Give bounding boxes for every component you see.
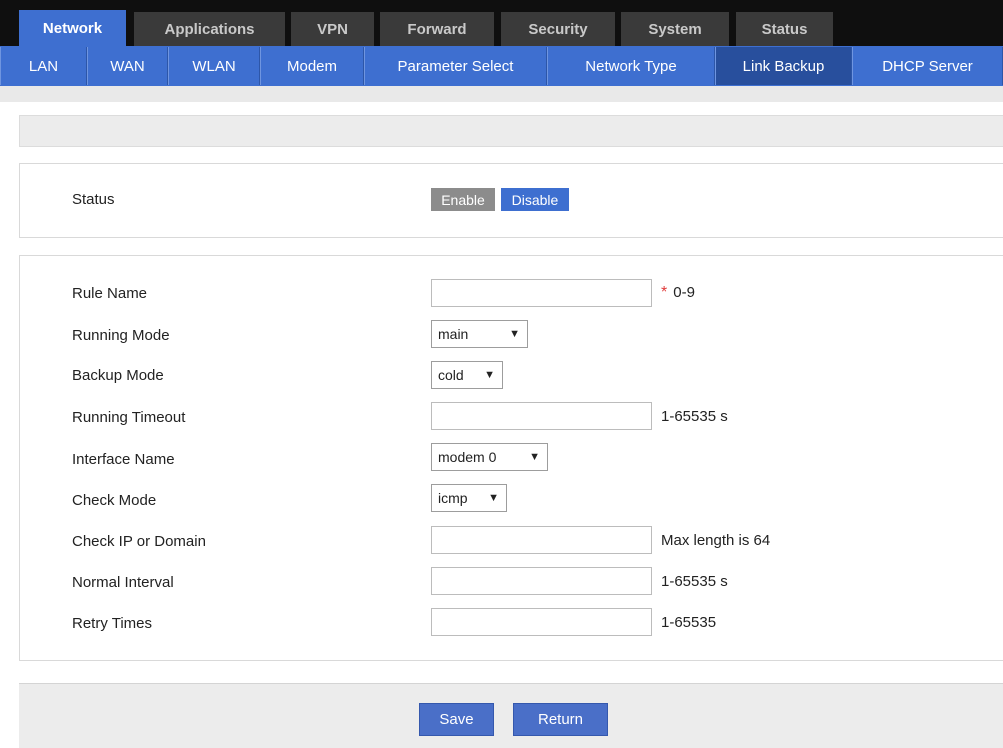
retry-times-input[interactable] — [431, 608, 652, 636]
running-mode-label: Running Mode — [72, 327, 170, 344]
interface-name-label: Interface Name — [72, 451, 175, 468]
rule-name-input[interactable] — [431, 279, 652, 307]
subtab-lan[interactable]: LAN — [0, 47, 87, 85]
sub-nav: LAN WAN WLAN Modem Parameter Select Netw… — [0, 46, 1003, 102]
section-header-bar — [19, 115, 1003, 147]
tab-vpn[interactable]: VPN — [291, 12, 374, 46]
subtab-network-type[interactable]: Network Type — [547, 47, 715, 85]
check-ip-label: Check IP or Domain — [72, 533, 206, 550]
return-button[interactable]: Return — [513, 703, 608, 736]
chevron-down-icon: ▼ — [529, 451, 540, 463]
status-label: Status — [72, 191, 115, 208]
running-timeout-hint: 1-65535 s — [661, 408, 728, 425]
tab-network[interactable]: Network — [19, 10, 126, 47]
rule-name-hint-text: 0-9 — [673, 284, 695, 301]
tab-security[interactable]: Security — [501, 12, 615, 46]
check-mode-select[interactable]: icmp ▼ — [431, 484, 507, 512]
normal-interval-input[interactable] — [431, 567, 652, 595]
subtab-parameter-select[interactable]: Parameter Select — [364, 47, 547, 85]
chevron-down-icon: ▼ — [509, 328, 520, 340]
rule-name-label: Rule Name — [72, 285, 148, 302]
required-mark: * — [661, 284, 668, 301]
subtab-link-backup[interactable]: Link Backup — [715, 47, 852, 85]
chevron-down-icon: ▼ — [488, 492, 499, 504]
running-timeout-input[interactable] — [431, 402, 652, 430]
disable-button[interactable]: Disable — [501, 188, 569, 211]
tab-system[interactable]: System — [621, 12, 729, 46]
check-ip-input[interactable] — [431, 526, 652, 554]
subtab-wlan[interactable]: WLAN — [168, 47, 260, 85]
normal-interval-hint: 1-65535 s — [661, 573, 728, 590]
normal-interval-label: Normal Interval — [72, 574, 174, 591]
tab-status[interactable]: Status — [736, 12, 833, 46]
running-mode-value: main — [438, 326, 469, 342]
backup-mode-value: cold — [438, 367, 464, 383]
interface-name-value: modem 0 — [438, 449, 497, 465]
save-button[interactable]: Save — [419, 703, 494, 736]
subtab-modem[interactable]: Modem — [260, 47, 364, 85]
tab-applications[interactable]: Applications — [134, 12, 285, 46]
running-mode-select[interactable]: main ▼ — [431, 320, 528, 348]
sub-nav-bar: LAN WAN WLAN Modem Parameter Select Netw… — [0, 46, 1003, 86]
backup-mode-select[interactable]: cold ▼ — [431, 361, 503, 389]
backup-mode-label: Backup Mode — [72, 367, 164, 384]
check-mode-label: Check Mode — [72, 492, 157, 509]
retry-times-label: Retry Times — [72, 615, 153, 632]
enable-button[interactable]: Enable — [431, 188, 495, 211]
subtab-dhcp-server[interactable]: DHCP Server — [852, 47, 1003, 85]
footer-bar — [19, 683, 1003, 748]
rule-name-hint: * 0-9 — [661, 284, 695, 302]
subtab-wan[interactable]: WAN — [87, 47, 168, 85]
running-timeout-label: Running Timeout — [72, 409, 186, 426]
top-nav: Network Applications VPN Forward Securit… — [0, 0, 1003, 47]
retry-times-hint: 1-65535 — [661, 614, 717, 631]
check-mode-value: icmp — [438, 490, 468, 506]
check-ip-hint: Max length is 64 — [661, 532, 771, 549]
interface-name-select[interactable]: modem 0 ▼ — [431, 443, 548, 471]
chevron-down-icon: ▼ — [484, 369, 495, 381]
tab-forward[interactable]: Forward — [380, 12, 494, 46]
